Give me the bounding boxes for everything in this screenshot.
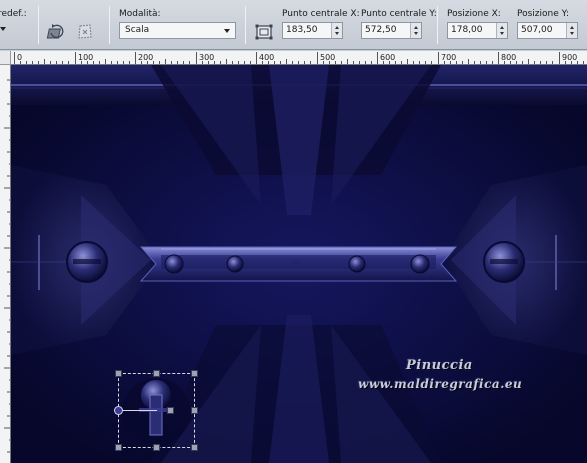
resize-handle-top-right[interactable]	[191, 370, 198, 377]
ruler-label: 900	[562, 53, 577, 62]
resize-handle-right[interactable]	[191, 407, 198, 414]
ruler-corner	[0, 51, 11, 65]
pick-tool-options-bar: redef.: Modalità: Scala Punto centrale X	[0, 0, 587, 50]
toolbar-divider	[245, 6, 246, 44]
arrow-up-icon	[500, 26, 504, 29]
arrow-up-icon	[335, 26, 339, 29]
vertical-ruler-ticks	[4, 79, 10, 453]
position-y-label: Posizione Y:	[517, 9, 569, 19]
mode-label: Modalità:	[119, 9, 161, 19]
signature-url: www.maldiregrafica.eu	[358, 377, 523, 391]
chevron-down-icon	[224, 29, 230, 33]
arrow-down-icon	[570, 32, 574, 35]
ruler-label: 100	[78, 53, 93, 62]
center-y-value: 572,50	[365, 25, 397, 35]
arrow-down-icon	[335, 32, 339, 35]
vertical-ruler[interactable]	[0, 65, 11, 463]
ruler-label: 0	[17, 53, 22, 62]
mode-select-value: Scala	[125, 25, 150, 35]
center-y-field[interactable]: 572,50	[361, 22, 422, 39]
preset-dropdown-arrow[interactable]	[0, 27, 6, 31]
artwork	[11, 65, 587, 463]
arrow-down-icon	[414, 32, 418, 35]
ruler-label: 300	[199, 53, 214, 62]
signature-name: Pinuccia	[406, 358, 473, 373]
center-x-value: 183,50	[286, 25, 318, 35]
center-x-spinner[interactable]	[331, 23, 342, 38]
toolbar-divider	[437, 6, 438, 44]
resize-handle-bottom[interactable]	[153, 444, 160, 451]
ruler-label: 700	[441, 53, 456, 62]
arrow-down-icon	[500, 32, 504, 35]
rotation-handle[interactable]	[114, 406, 123, 415]
ruler-label: 200	[138, 53, 153, 62]
mode-select[interactable]: Scala	[119, 22, 236, 39]
ruler-label: 800	[501, 53, 516, 62]
selection-bounding-box[interactable]	[114, 370, 198, 451]
rotation-arm	[119, 410, 157, 411]
position-y-spinner[interactable]	[566, 23, 577, 38]
center-point-icon	[255, 24, 273, 40]
horizontal-ruler[interactable]: 0 100 200 300 400 500 600 700 800 900	[11, 51, 587, 65]
ruler-label: 400	[259, 53, 274, 62]
center-y-spinner[interactable]	[410, 23, 421, 38]
center-x-label: Punto centrale X:	[282, 9, 360, 19]
transform-icon	[78, 24, 92, 39]
arrow-up-icon	[414, 26, 418, 29]
center-x-field[interactable]: 183,50	[282, 22, 343, 39]
resize-handle-top-left[interactable]	[115, 370, 122, 377]
center-y-label: Punto centrale Y:	[361, 9, 437, 19]
arrow-up-icon	[570, 26, 574, 29]
position-y-field[interactable]: 507,00	[517, 22, 578, 39]
toolbar-divider	[109, 6, 110, 44]
center-pivot-handle[interactable]	[167, 407, 174, 414]
pivot-point-button[interactable]	[252, 20, 276, 44]
preset-label: redef.:	[0, 9, 27, 19]
reset-icon	[46, 24, 64, 39]
toolbar-divider	[38, 6, 39, 44]
resize-handle-bottom-right[interactable]	[191, 444, 198, 451]
ruler-ticks: 0 100 200 300 400 500 600 700 800 900	[14, 52, 584, 64]
position-x-field[interactable]: 178,00	[447, 22, 508, 39]
position-x-value: 178,00	[451, 25, 483, 35]
image-canvas[interactable]: Pinuccia www.maldiregrafica.eu	[11, 65, 587, 463]
position-x-spinner[interactable]	[496, 23, 507, 38]
ruler-label: 500	[320, 53, 335, 62]
transform-button[interactable]	[73, 20, 97, 44]
position-x-label: Posizione X:	[447, 9, 501, 19]
resize-handle-top[interactable]	[153, 370, 160, 377]
resize-handle-bottom-left[interactable]	[115, 444, 122, 451]
position-y-value: 507,00	[521, 25, 553, 35]
ruler-label: 600	[380, 53, 395, 62]
reset-shape-button[interactable]	[45, 20, 69, 44]
